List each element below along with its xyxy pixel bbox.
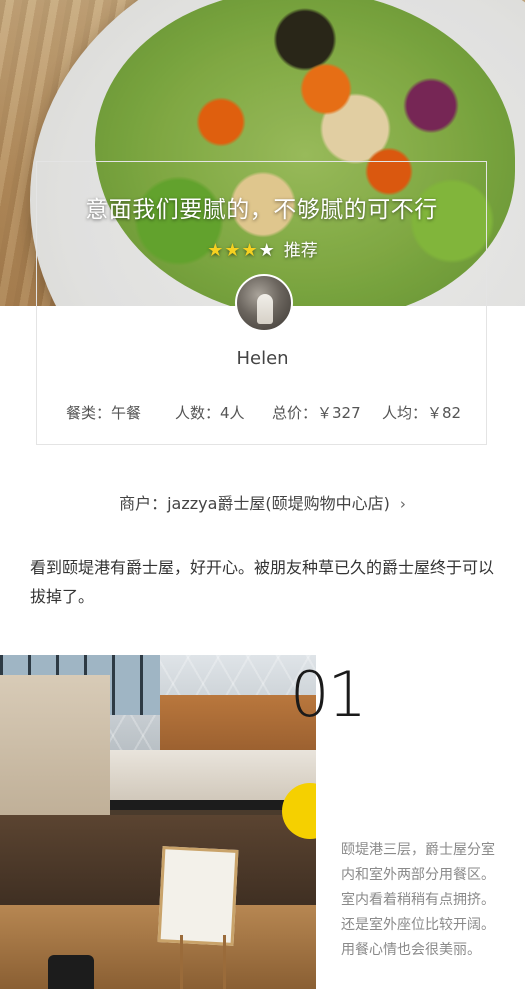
average-price: 人均：￥82 bbox=[382, 404, 462, 422]
post-title: 意面我们要腻的，不够腻的可不行 bbox=[85, 197, 438, 223]
section-number: 01 bbox=[290, 658, 367, 731]
merchant-label: 商户：jazzya爵士屋(颐堤购物中心店) bbox=[119, 494, 390, 513]
menu-board bbox=[157, 846, 239, 946]
rating-label: 推荐 bbox=[283, 241, 318, 261]
meal-type: 餐类：午餐 bbox=[66, 404, 142, 422]
section-description: 颐堤港三层，爵士屋分室内和室外两部分用餐区。室内看着稍稍有点拥挤。还是室外座位比… bbox=[341, 842, 495, 958]
star-icon: ★ bbox=[224, 240, 241, 261]
star-outline-icon: ★ bbox=[258, 240, 275, 261]
people-count: 人数：4人 bbox=[175, 404, 245, 422]
intro-paragraph: 看到颐堤港有爵士屋，好开心。被朋友种草已久的爵士屋终于可以拔掉了。 bbox=[30, 558, 495, 606]
rating: ★★★★ 推荐 bbox=[0, 236, 525, 261]
chevron-right-icon: › bbox=[399, 495, 406, 513]
avatar[interactable] bbox=[235, 274, 293, 332]
restaurant-photo bbox=[0, 655, 316, 989]
total-price: 总价：￥327 bbox=[272, 404, 361, 422]
star-icon: ★ bbox=[207, 240, 224, 261]
star-icon: ★ bbox=[241, 240, 258, 261]
author-name[interactable]: Helen bbox=[0, 348, 525, 369]
merchant-link[interactable]: 商户：jazzya爵士屋(颐堤购物中心店) › bbox=[0, 490, 525, 514]
